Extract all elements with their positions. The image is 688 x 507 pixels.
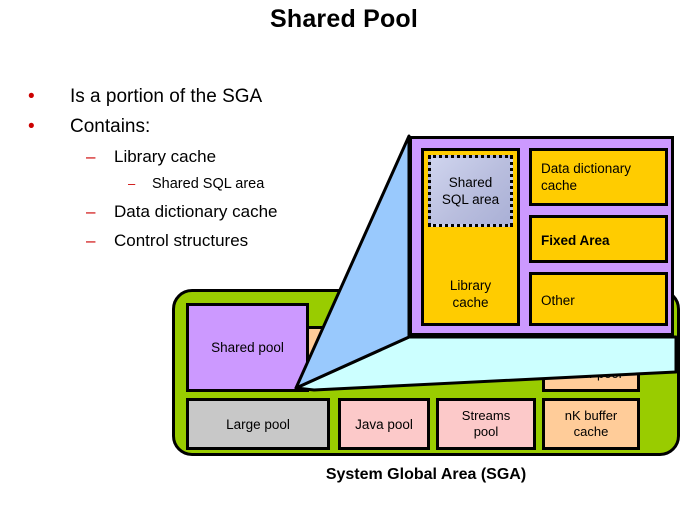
sga-box-recycle-buffer-pool: RECYCLE buffer pool xyxy=(542,340,640,392)
bullet-marker: – xyxy=(128,176,136,191)
sga-box-label: Large pool xyxy=(226,416,290,432)
sga-box-streams-pool: Streams pool xyxy=(436,398,536,450)
shared-pool-detail-callout: Library cache Shared SQL area Data dicti… xyxy=(409,136,674,336)
sga-box-label: RECYCLE buffer pool xyxy=(560,350,622,381)
bullet-text: Data dictionary cache xyxy=(114,202,278,221)
bullet-marker: – xyxy=(86,202,96,221)
bullet-item-3: – Shared SQL area xyxy=(18,171,398,197)
callout-box-other: Other xyxy=(529,272,668,326)
sga-box-shared-pool: Shared pool xyxy=(186,303,309,392)
bullet-list: • Is a portion of the SGA • Contains: – … xyxy=(18,82,398,255)
bullet-text: Contains: xyxy=(70,116,151,137)
callout-box-data-dictionary-cache: Data dictionary cache xyxy=(529,148,668,206)
callout-box-label: Other xyxy=(541,293,575,308)
callout-box-fixed-area: Fixed Area xyxy=(529,215,668,263)
bullet-text: Control structures xyxy=(114,231,249,250)
bullet-text: Library cache xyxy=(114,147,217,166)
sga-caption: System Global Area (SGA) xyxy=(325,466,527,483)
bullet-marker: • xyxy=(28,116,35,137)
page-title: Shared Pool xyxy=(269,5,419,33)
sga-box-label: Shared pool xyxy=(211,340,284,355)
bullet-item-0: • Is a portion of the SGA xyxy=(18,82,398,112)
bullet-item-1: • Contains: xyxy=(18,112,398,142)
bullet-text: Shared SQL area xyxy=(152,176,265,192)
sga-box-label: Streams pool xyxy=(461,408,511,439)
callout-box-shared-sql-area: Shared SQL area xyxy=(428,155,513,227)
sga-box-java-pool: Java pool xyxy=(338,398,430,450)
bullet-marker: – xyxy=(86,231,96,250)
sga-box-label: nK buffer cache xyxy=(564,408,618,439)
callout-box-label: Data dictionary cache xyxy=(541,161,632,193)
callout-box-label: Library cache xyxy=(449,278,492,310)
slide-canvas: Shared Pool • Is a portion of the SGA • … xyxy=(0,0,688,507)
bullet-item-2: – Library cache xyxy=(18,142,398,171)
callout-box-label: Shared SQL area xyxy=(441,175,500,207)
sga-box-label: Java pool xyxy=(355,416,413,432)
bullet-item-4: – Data dictionary cache xyxy=(18,197,398,226)
bullet-marker: • xyxy=(28,86,35,107)
sga-box-nk-buffer-cache: nK buffer cache xyxy=(542,398,640,450)
bullet-marker: – xyxy=(86,147,96,166)
bullet-text: Is a portion of the SGA xyxy=(70,86,263,107)
sga-box-large-pool: Large pool xyxy=(186,398,330,450)
callout-box-label: Fixed Area xyxy=(541,233,610,248)
bullet-item-5: – Control structures xyxy=(18,226,398,255)
